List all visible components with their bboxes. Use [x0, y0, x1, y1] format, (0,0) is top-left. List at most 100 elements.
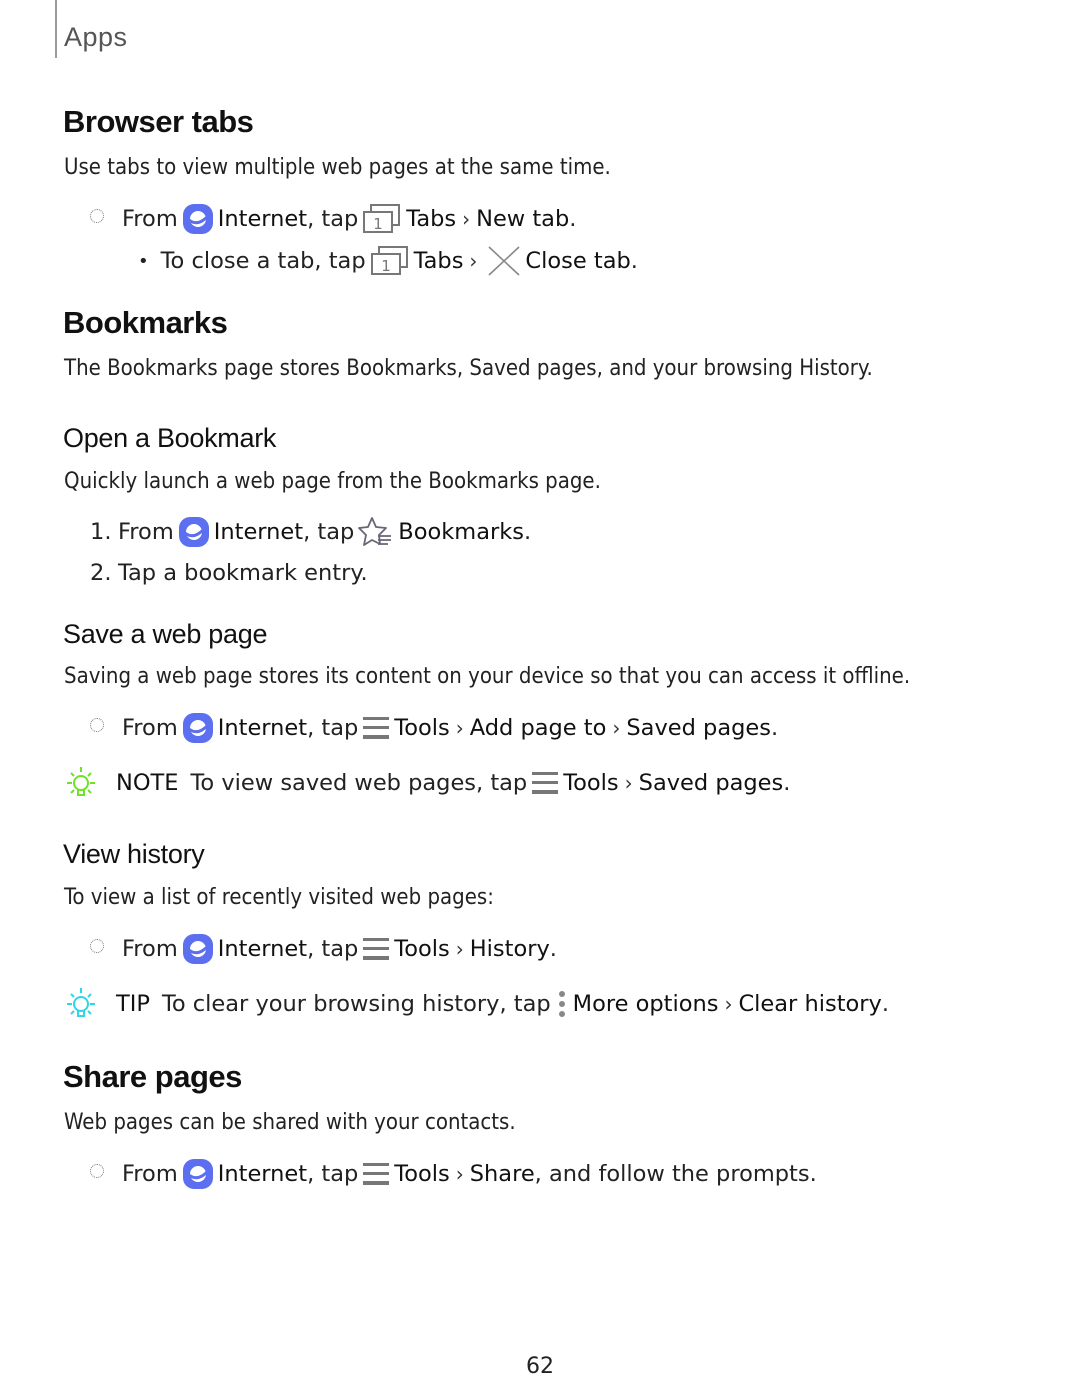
open-bookmark-intro: Quickly launch a web page from the Bookm… — [64, 469, 601, 494]
tools-label: Tools — [563, 770, 619, 796]
tools-label: Tools — [394, 715, 450, 741]
tools-label: Tools — [394, 936, 450, 962]
open-bookmark-step-2: 2. Tap a bookmark entry. — [90, 560, 368, 586]
period: . — [783, 770, 791, 796]
heading-bookmarks: Bookmarks — [63, 305, 228, 340]
chevron-right-icon: › — [455, 716, 464, 740]
tools-menu-icon — [362, 1159, 390, 1189]
step-bullet — [90, 209, 104, 223]
step-bullet — [90, 718, 104, 732]
tools-menu-icon — [362, 934, 390, 964]
samsung-internet-icon — [178, 516, 210, 548]
share-label: Share — [469, 1161, 535, 1187]
more-options-label: More options — [572, 991, 719, 1017]
svg-text:1: 1 — [374, 215, 384, 233]
bookmark-star-icon — [358, 516, 394, 548]
samsung-internet-icon — [182, 1158, 214, 1190]
view-history-tip: TIP To clear your browsing history, tap … — [64, 987, 889, 1021]
internet-label: Internet — [213, 519, 304, 545]
step-bullet — [90, 1164, 104, 1178]
chevron-right-icon: › — [724, 992, 733, 1016]
period: . — [770, 715, 779, 741]
heading-open-bookmark: Open a Bookmark — [63, 423, 277, 453]
saved-pages-label: Saved pages — [626, 715, 771, 741]
period: . — [630, 248, 638, 274]
close-x-icon — [487, 245, 521, 277]
share-pages-intro: Web pages can be shared with your contac… — [64, 1110, 516, 1135]
share-rest-text: , and follow the prompts. — [534, 1161, 817, 1187]
saved-pages-label: Saved pages — [638, 770, 784, 796]
close-tab-text: To close a tab, tap — [160, 248, 366, 274]
step-bullet — [90, 939, 104, 953]
view-history-step: From Internet , tap Tools › History . — [90, 933, 557, 965]
page-number: 62 — [526, 1354, 554, 1379]
close-tab-label: Close tab — [525, 248, 631, 274]
samsung-internet-icon — [182, 203, 214, 235]
tap-text: , tap — [307, 715, 359, 741]
tabs-icon: 1 — [362, 203, 402, 235]
clear-history-label: Clear history — [738, 991, 882, 1017]
tools-menu-icon — [531, 768, 559, 798]
tools-menu-icon — [362, 713, 390, 743]
step-number: 1. — [90, 519, 112, 545]
new-tab-label: New tab — [476, 206, 570, 232]
internet-label: Internet — [217, 206, 308, 232]
close-tab-substep: • To close a tab, tap 1 Tabs › Close tab… — [138, 245, 638, 277]
heading-browser-tabs: Browser tabs — [63, 104, 254, 139]
period: . — [569, 206, 577, 232]
share-pages-step: From Internet , tap Tools › Share , and … — [90, 1158, 817, 1190]
bookmarks-intro: The Bookmarks page stores Bookmarks, Sav… — [64, 356, 873, 381]
chevron-right-icon: › — [455, 1162, 464, 1186]
heading-view-history: View history — [63, 839, 205, 869]
chevron-right-icon: › — [469, 249, 478, 273]
tip-text: To clear your browsing history, tap — [161, 991, 551, 1017]
chevron-right-icon: › — [455, 937, 464, 961]
tap-text: , tap — [303, 519, 355, 545]
tabs-label: Tabs — [413, 248, 464, 274]
tip-label: TIP — [116, 991, 150, 1017]
open-bookmark-step-1: 1. From Internet , tap Bookmarks . — [90, 516, 531, 548]
header-section-label: Apps — [64, 22, 128, 52]
internet-label: Internet — [217, 1161, 308, 1187]
from-text: From — [122, 206, 178, 232]
tap-text: , tap — [307, 206, 359, 232]
tabs-label: Tabs — [406, 206, 457, 232]
lightbulb-icon — [64, 766, 98, 800]
period: . — [524, 519, 532, 545]
tap-text: , tap — [307, 1161, 359, 1187]
bookmarks-label: Bookmarks — [398, 519, 525, 545]
samsung-internet-icon — [182, 712, 214, 744]
save-page-note: NOTE To view saved web pages, tap Tools … — [64, 766, 790, 800]
samsung-internet-icon — [182, 933, 214, 965]
more-options-icon — [555, 989, 569, 1019]
from-text: From — [122, 715, 178, 741]
header-rule — [55, 0, 57, 58]
browser-tabs-intro: Use tabs to view multiple web pages at t… — [64, 155, 611, 180]
period: . — [549, 936, 557, 962]
chevron-right-icon: › — [624, 771, 633, 795]
chevron-right-icon: › — [612, 716, 621, 740]
lightbulb-icon — [64, 987, 98, 1021]
note-text: To view saved web pages, tap — [190, 770, 528, 796]
heading-save-web-page: Save a web page — [63, 619, 268, 649]
step-text: Tap a bookmark entry. — [118, 560, 368, 586]
from-text: From — [122, 936, 178, 962]
heading-share-pages: Share pages — [63, 1059, 242, 1094]
tabs-icon: 1 — [370, 245, 410, 277]
from-text: From — [122, 1161, 178, 1187]
save-page-intro: Saving a web page stores its content on … — [64, 664, 911, 689]
save-page-step: From Internet , tap Tools › Add page to … — [90, 712, 778, 744]
from-text: From — [118, 519, 174, 545]
chevron-right-icon: › — [462, 207, 471, 231]
svg-text:1: 1 — [381, 257, 391, 275]
internet-label: Internet — [217, 715, 308, 741]
add-page-to-label: Add page to — [469, 715, 607, 741]
sub-bullet: • — [138, 250, 149, 272]
step-number: 2. — [90, 560, 112, 586]
internet-label: Internet — [217, 936, 308, 962]
tap-text: , tap — [307, 936, 359, 962]
view-history-intro: To view a list of recently visited web p… — [64, 885, 494, 910]
tools-label: Tools — [394, 1161, 450, 1187]
browser-tabs-step: From Internet , tap 1 Tabs › New tab . — [90, 203, 576, 235]
history-label: History — [469, 936, 550, 962]
